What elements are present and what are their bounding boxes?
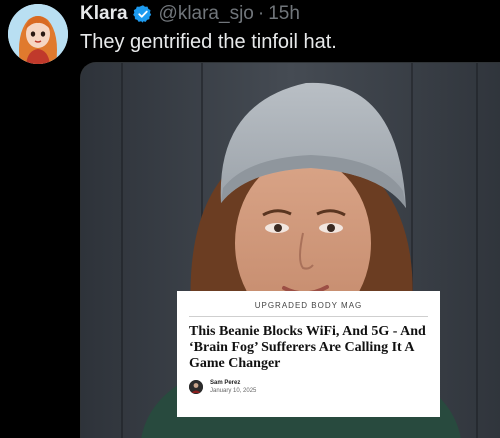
media-image[interactable]: UPGRADED BODY MAG This Beanie Blocks WiF… <box>80 62 500 438</box>
byline: Sam Perez January 10, 2025 <box>189 379 428 395</box>
tweet-text: They gentrified the tinfoil hat. <box>80 31 337 53</box>
tweet[interactable]: Klara @klara_sjo · 15h They gentrified t… <box>0 0 500 438</box>
timestamp[interactable]: 15h <box>268 3 300 25</box>
display-name[interactable]: Klara <box>80 3 128 25</box>
author-avatar <box>189 380 203 394</box>
avatar-illustration <box>8 4 68 64</box>
verified-badge-icon[interactable] <box>132 4 153 24</box>
publication-name: UPGRADED BODY MAG <box>254 301 363 310</box>
author-name: Sam Perez <box>210 380 241 386</box>
handle[interactable]: @klara_sjo <box>159 3 254 25</box>
avatar[interactable] <box>8 4 68 64</box>
article-date: January 10, 2025 <box>210 388 257 394</box>
separator-dot: · <box>257 3 265 24</box>
article-card: UPGRADED BODY MAG This Beanie Blocks WiF… <box>177 291 440 417</box>
divider <box>189 316 428 317</box>
tweet-header: Klara @klara_sjo · 15h <box>80 2 300 26</box>
article-headline: This Beanie Blocks WiFi, And 5G - And ‘B… <box>189 324 426 371</box>
